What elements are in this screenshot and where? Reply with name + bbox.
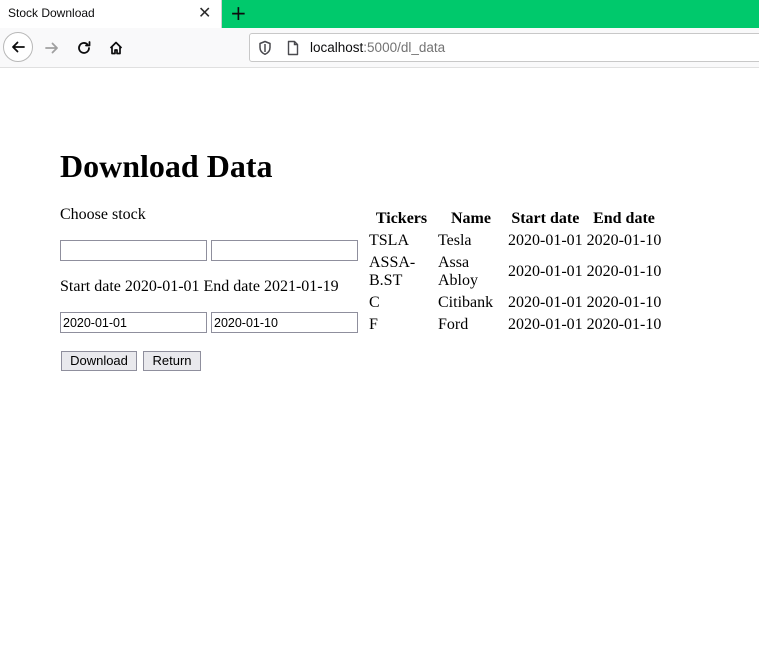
header-end-date: End date	[593, 210, 655, 227]
start-date-input[interactable]	[60, 312, 207, 333]
table-row: F Ford 2020-01-01 2020-01-10	[368, 315, 662, 335]
home-icon	[109, 41, 123, 55]
ticker-input-2[interactable]	[211, 240, 358, 261]
choose-stock-label: Choose stock	[60, 206, 146, 223]
name-cell: Ford	[438, 316, 469, 333]
name-cell: Citibank	[438, 294, 494, 311]
end-date-cell: 2020-01-10	[586, 232, 662, 249]
table-row: TSLA Tesla 2020-01-01 2020-01-10	[368, 231, 662, 251]
table-row: C Citibank 2020-01-01 2020-01-10	[368, 293, 662, 313]
tab-title: Stock Download	[8, 6, 95, 20]
back-button[interactable]	[3, 32, 33, 62]
end-date-cell: 2020-01-10	[586, 294, 662, 311]
shield-icon[interactable]	[258, 40, 272, 61]
download-button[interactable]: Download	[61, 351, 137, 371]
end-date-cell: 2020-01-10	[586, 263, 662, 280]
date-range-text: Start date 2020-01-01 End date 2021-01-1…	[60, 278, 339, 295]
stock-table: Tickers Name Start date End date TSLA Te…	[366, 207, 664, 337]
back-arrow-icon	[12, 41, 25, 53]
end-date-cell: 2020-01-10	[586, 316, 662, 333]
table-row: ASSA-B.ST Assa Abloy 2020-01-01 2020-01-…	[368, 253, 662, 291]
ticker-cell: F	[369, 316, 378, 333]
start-date-cell: 2020-01-01	[508, 232, 583, 249]
name-cell: Tesla	[438, 232, 472, 249]
header-tickers: Tickers	[375, 210, 428, 227]
header-name: Name	[451, 210, 491, 227]
name-cell: Assa Abloy	[438, 254, 478, 289]
reload-button[interactable]	[68, 32, 100, 64]
end-date-input[interactable]	[211, 312, 358, 333]
page-title: Download Data	[60, 148, 273, 184]
active-tab[interactable]: Stock Download ✕	[0, 0, 222, 28]
start-date-cell: 2020-01-01	[508, 263, 583, 280]
navigation-toolbar: localhost:5000/dl_data	[0, 28, 759, 68]
page-icon[interactable]	[286, 40, 300, 61]
url-host: localhost	[310, 40, 364, 55]
url-text[interactable]: localhost:5000/dl_data	[310, 40, 445, 55]
header-start-date: Start date	[511, 210, 580, 227]
home-button[interactable]	[100, 32, 132, 64]
address-bar[interactable]: localhost:5000/dl_data	[249, 33, 759, 62]
ticker-cell: TSLA	[369, 232, 409, 249]
start-date-cell: 2020-01-01	[508, 294, 583, 311]
new-tab-icon[interactable]: +	[230, 0, 247, 26]
reload-icon	[78, 41, 91, 54]
tab-strip: Stock Download ✕ +	[0, 0, 759, 28]
forward-arrow-icon	[45, 42, 58, 54]
return-button[interactable]: Return	[143, 351, 201, 371]
forward-button[interactable]	[36, 32, 68, 64]
ticker-input-1[interactable]	[60, 240, 207, 261]
ticker-cell: ASSA-B.ST	[369, 254, 416, 289]
close-icon[interactable]: ✕	[198, 3, 211, 23]
ticker-cell: C	[369, 294, 380, 311]
url-path: :5000/dl_data	[363, 40, 446, 55]
start-date-cell: 2020-01-01	[508, 316, 583, 333]
table-header-row: Tickers Name Start date End date	[368, 209, 662, 229]
